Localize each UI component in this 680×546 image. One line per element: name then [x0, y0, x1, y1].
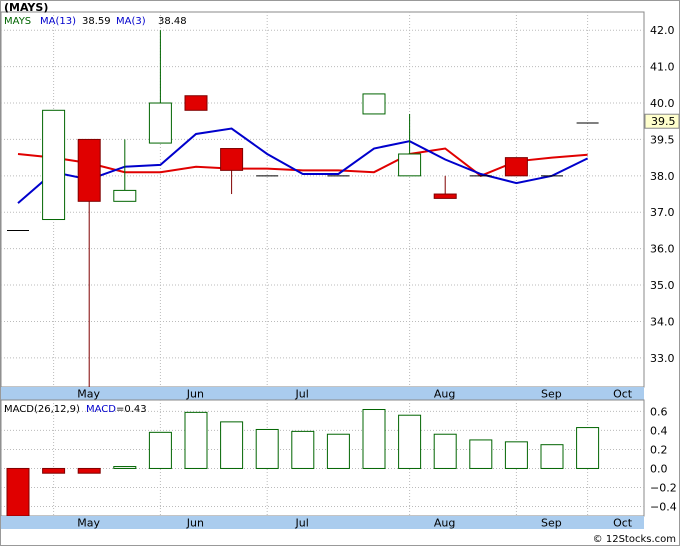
macd-bar-positive	[148, 431, 172, 469]
macd-bar-positive	[113, 466, 137, 469]
candle-up	[148, 102, 172, 144]
macd-bar-positive	[433, 433, 457, 469]
macd-bar-positive	[540, 444, 564, 469]
macd-x-tick-label: Jul	[295, 517, 309, 530]
price-panel: 42.0 41.0 40.0 39.5 38.0 37.0 36.0 35.0 34.0 33.0…	[0, 11, 680, 388]
price-y-tick-label: 39.5	[650, 133, 675, 146]
price-legend-name: MA(3)	[116, 16, 146, 27]
price-x-tick-label: Sep	[541, 388, 562, 401]
last-price-label: 39.5	[651, 115, 676, 128]
macd-bar-negative	[77, 467, 101, 474]
price-legend-name: MAYS	[4, 16, 31, 27]
macd-y-tick-label: −0.2	[650, 481, 677, 494]
macd-bar-negative	[42, 467, 66, 474]
macd-panel: 0.6 0.4 0.2 0.0 −0.2 −0.4	[0, 399, 677, 517]
macd-y-tick-label: 0.0	[650, 462, 668, 475]
price-legend-value: 38.48	[158, 16, 187, 27]
macd-x-tick-label: May	[77, 517, 100, 530]
price-y-tick-label: 38.0	[650, 170, 675, 183]
macd-bar-negative	[6, 467, 30, 517]
price-x-tick-label: Oct	[613, 388, 633, 401]
macd-bar-positive	[469, 439, 493, 469]
price-y-tick-label: 34.0	[650, 315, 675, 328]
price-y-tick-label: 35.0	[650, 279, 675, 292]
macd-x-tick-label: Sep	[541, 517, 562, 530]
price-y-tick-label: 42.0	[650, 24, 675, 37]
macd-y-tick-label: −0.4	[650, 500, 677, 513]
candle-down	[433, 193, 457, 199]
ticker-title: (MAYS)	[4, 1, 48, 14]
macd-bar-positive	[255, 428, 279, 469]
candle-down	[77, 138, 101, 202]
macd-legend: MACD(26,12,9) MACD =0.43	[4, 404, 147, 415]
price-x-tick-label: Jun	[186, 388, 204, 401]
candle-up	[398, 153, 422, 177]
price-y-tick-label: 33.0	[650, 352, 675, 365]
candle-up	[113, 189, 137, 202]
macd-bar-positive	[362, 409, 386, 469]
macd-bar-positive	[576, 427, 600, 469]
candle-up	[42, 109, 66, 221]
stock-chart: 42.0 41.0 40.0 39.5 38.0 37.0 36.0 35.0 34.0 33.0…	[0, 0, 680, 546]
price-x-tick-label: Jul	[295, 388, 309, 401]
watermark: © 12Stocks.com	[593, 534, 676, 545]
price-y-tick-label: 37.0	[650, 206, 675, 219]
candle-down	[220, 148, 244, 171]
macd-bar-positive	[220, 421, 244, 469]
macd-bar-positive	[184, 411, 208, 469]
macd-bar-positive	[291, 430, 315, 469]
macd-legend-value: =0.43	[116, 404, 147, 415]
macd-legend-name: MACD(26,12,9)	[4, 404, 80, 415]
macd-legend-series: MACD	[86, 404, 116, 415]
macd-bar-positive	[326, 433, 350, 469]
macd-bar-positive	[398, 414, 422, 469]
macd-y-tick-label: 0.6	[650, 405, 668, 418]
price-y-tick-label: 40.0	[650, 97, 675, 110]
macd-bar-positive	[504, 441, 528, 469]
macd-y-tick-label: 0.4	[650, 424, 668, 437]
macd-y-tick-label: 0.2	[650, 443, 668, 456]
candle-down	[504, 157, 528, 177]
price-x-tick-label: May	[77, 388, 100, 401]
price-y-tick-label: 41.0	[650, 61, 675, 74]
price-legend-name: MA(13)	[40, 16, 76, 27]
price-y-tick-label: 36.0	[650, 243, 675, 256]
macd-x-tick-label: Aug	[434, 517, 455, 530]
macd-x-tick-label: Jun	[186, 517, 204, 530]
price-x-tick-label: Aug	[434, 388, 455, 401]
price-legend-value: 38.59	[82, 16, 111, 27]
macd-x-tick-label: Oct	[613, 517, 633, 530]
last-price-marker: 39.5	[644, 113, 680, 129]
candle-up	[362, 93, 386, 115]
candle-down	[184, 95, 208, 111]
